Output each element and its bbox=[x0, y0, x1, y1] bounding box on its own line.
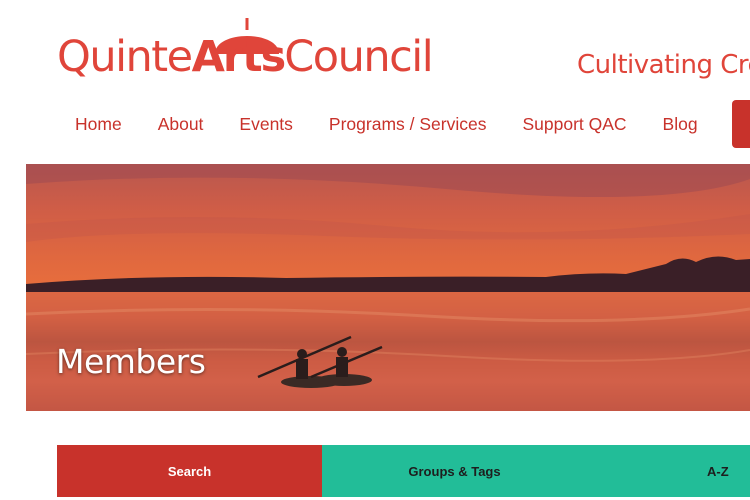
hero-banner: Members bbox=[26, 164, 750, 411]
tab-a-z[interactable]: A-Z bbox=[587, 445, 750, 497]
members-tabs: Search Groups & Tags A-Z bbox=[57, 445, 750, 497]
page-title: Members bbox=[56, 342, 206, 381]
main-nav: Home About Events Programs / Services Su… bbox=[57, 100, 750, 148]
nav-programs-services[interactable]: Programs / Services bbox=[311, 100, 505, 148]
nav-members[interactable]: M bbox=[731, 100, 750, 148]
logo-council: Council bbox=[284, 32, 433, 82]
logo-text: QuinteArtsCouncil bbox=[57, 32, 434, 82]
tagline: Cultivating Cre bbox=[577, 50, 750, 80]
logo-quinte: Quinte bbox=[57, 32, 193, 82]
nav-events[interactable]: Events bbox=[221, 100, 311, 148]
tab-search[interactable]: Search bbox=[57, 445, 322, 497]
logo-arts: Arts bbox=[191, 32, 287, 82]
nav-home[interactable]: Home bbox=[57, 100, 140, 148]
tab-groups-tags[interactable]: Groups & Tags bbox=[322, 445, 587, 497]
nav-about[interactable]: About bbox=[140, 100, 222, 148]
nav-support-qac[interactable]: Support QAC bbox=[504, 100, 644, 148]
nav-blog[interactable]: Blog bbox=[645, 100, 716, 148]
site-logo[interactable]: QuinteArtsCouncil bbox=[57, 18, 467, 84]
